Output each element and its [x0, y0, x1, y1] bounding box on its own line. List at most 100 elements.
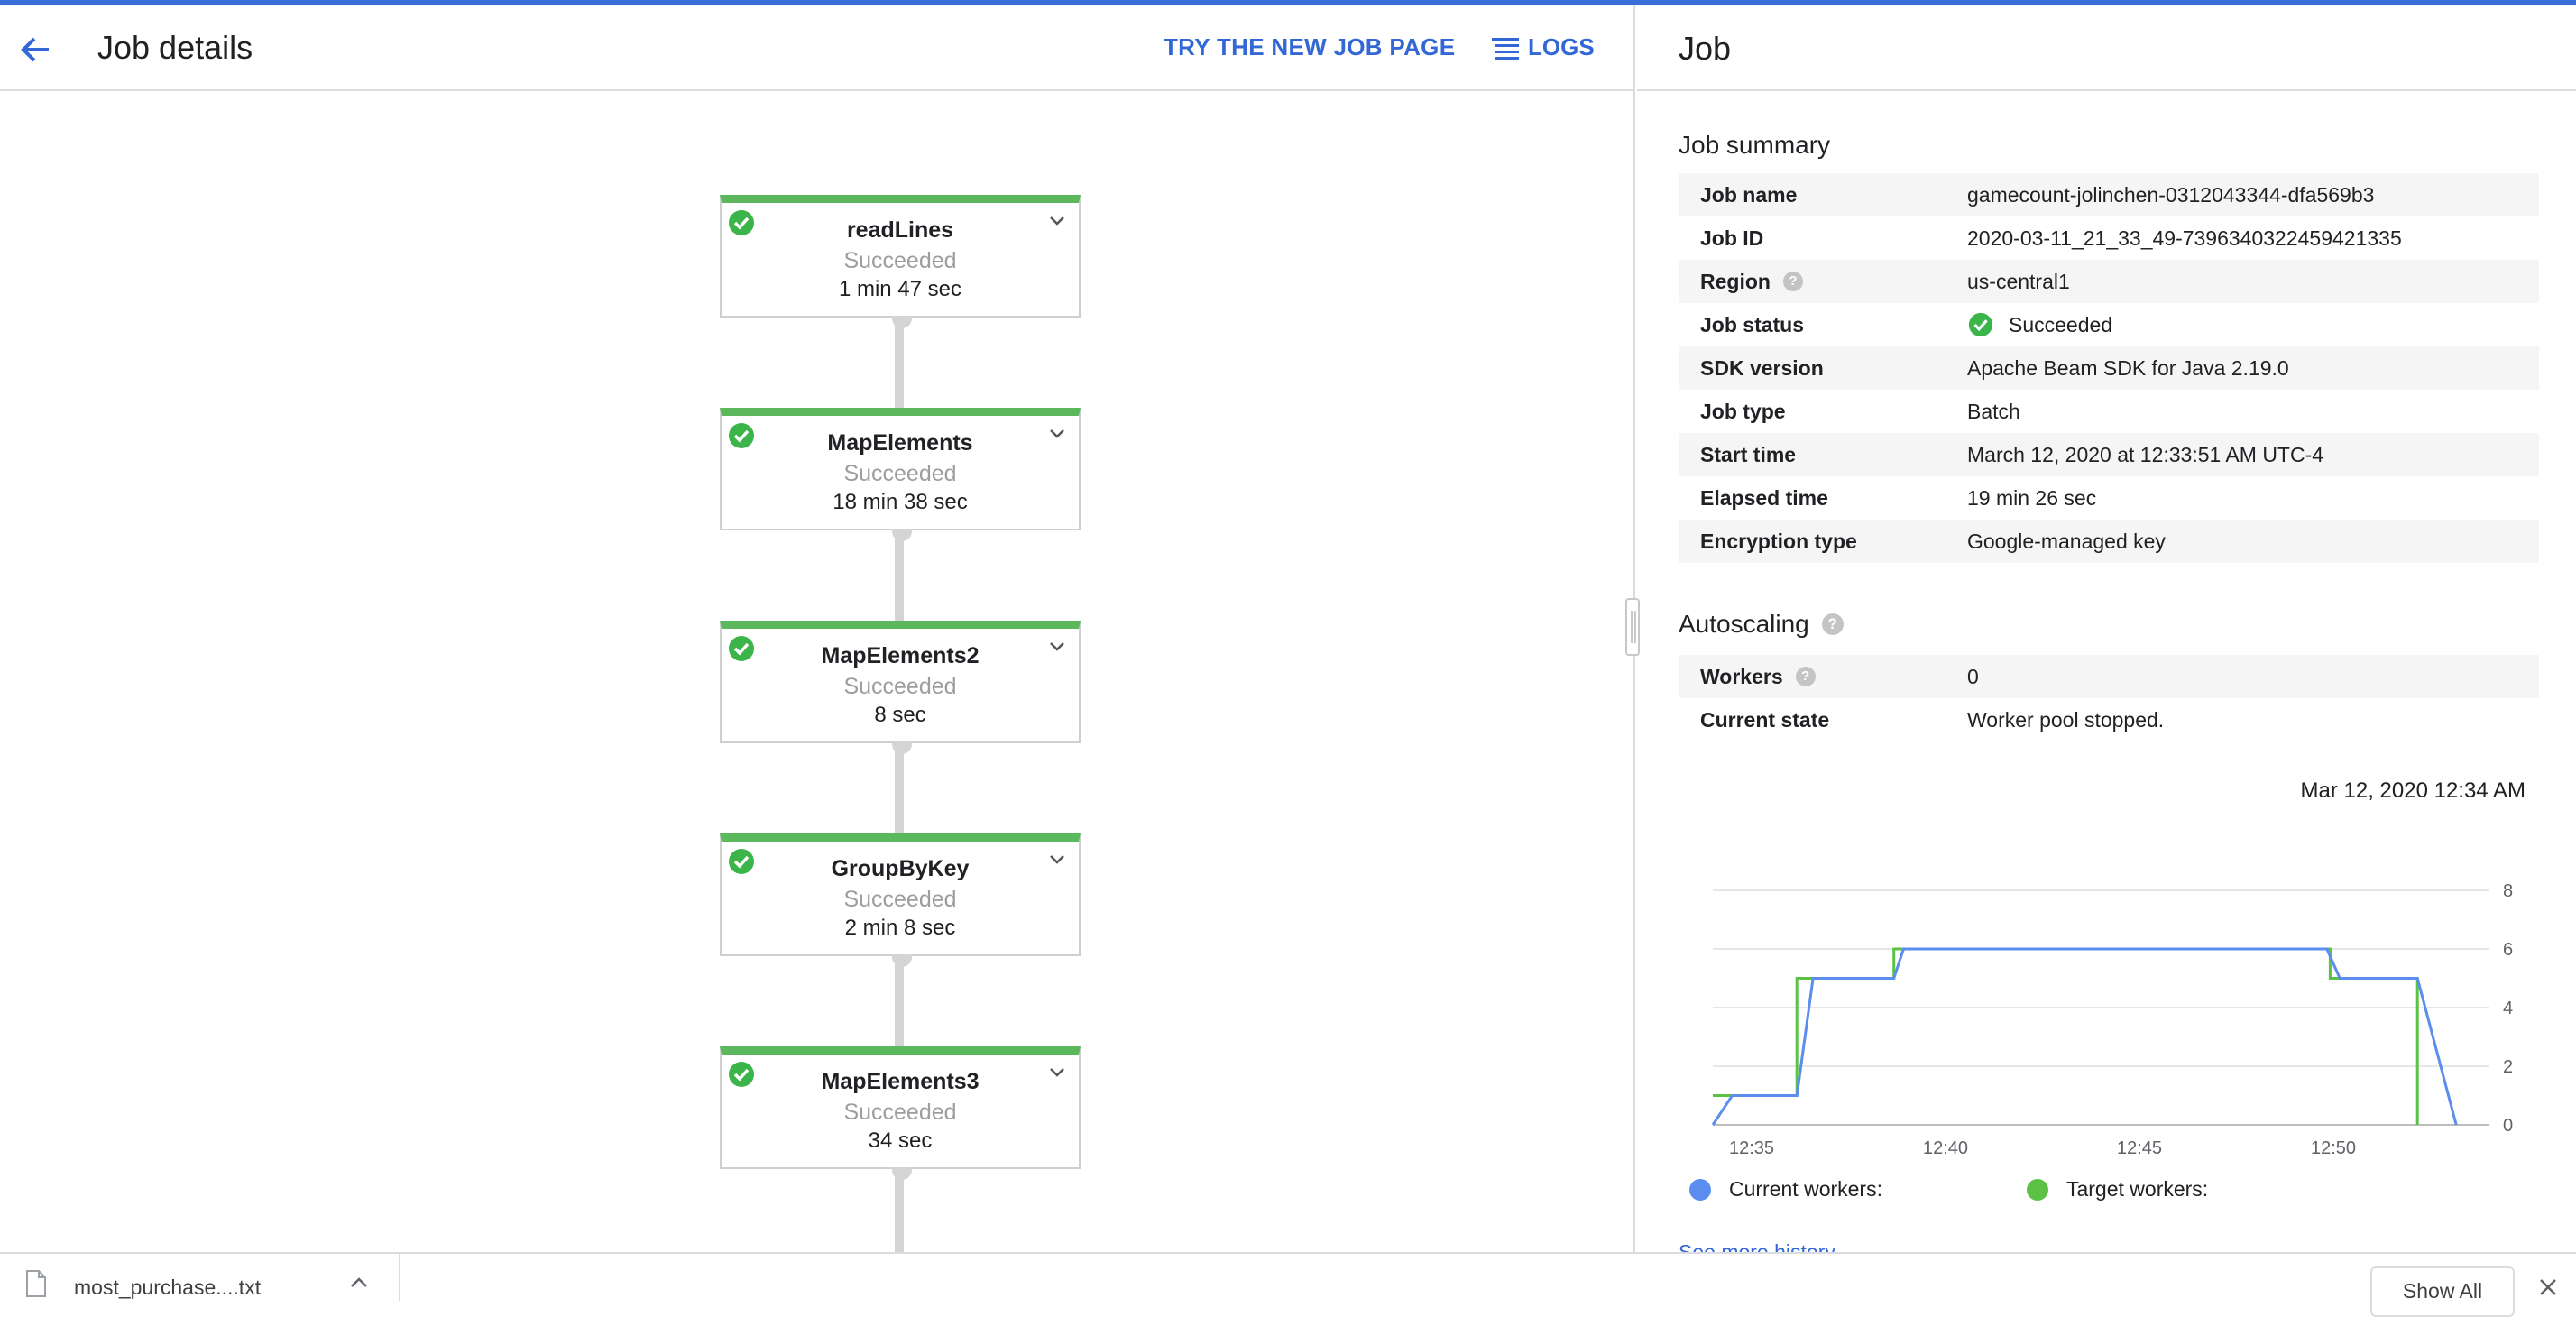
summary-row-start-time: Start time March 12, 2020 at 12:33:51 AM…: [1679, 433, 2539, 476]
summary-key: Job status: [1700, 312, 1805, 336]
step-duration: 34 sec: [868, 1128, 933, 1153]
summary-key: Region ?: [1679, 270, 1967, 294]
check-circle-icon: [1968, 312, 1993, 337]
y-tick-label: 4: [2503, 999, 2513, 1018]
job-graph-pane: Job details TRY THE NEW JOB PAGE LOGS re…: [0, 5, 1635, 1252]
legend-swatch-current: [1689, 1178, 1711, 1201]
summary-value: us-central1: [1967, 269, 2070, 293]
autoscaling-value: Worker pool stopped.: [1967, 707, 2165, 732]
summary-row-elapsed-time: Elapsed time 19 min 26 sec: [1679, 476, 2539, 520]
y-tick-label: 2: [2503, 1057, 2513, 1077]
step-node-readlines[interactable]: readLines Succeeded 1 min 47 sec: [720, 195, 1081, 328]
y-tick-label: 6: [2503, 940, 2513, 960]
summary-value: Apache Beam SDK for Java 2.19.0: [1967, 355, 2289, 380]
series-line-target-workers: [1713, 947, 2419, 1125]
autoscaling-value: 0: [1967, 664, 1979, 688]
summary-key: Encryption type: [1700, 529, 1857, 553]
x-tick-label: 12:50: [2311, 1138, 2356, 1158]
download-bar: most_purchase....txt Show All: [0, 1252, 2576, 1317]
logs-label: LOGS: [1528, 33, 1595, 60]
panel-title: Job: [1679, 30, 1732, 67]
page-header: Job details TRY THE NEW JOB PAGE LOGS: [0, 5, 1635, 91]
step-duration: 2 min 8 sec: [844, 916, 956, 940]
summary-value: March 12, 2020 at 12:33:51 AM UTC-4: [1967, 442, 2324, 466]
file-icon: [26, 1270, 46, 1297]
summary-row-region: Region ? us-central1: [1679, 260, 2539, 303]
x-tick-label: 12:45: [2117, 1138, 2162, 1158]
autoscaling-row-workers: Workers ? 0: [1679, 655, 2539, 698]
summary-value: Succeeded: [1967, 311, 2539, 338]
autoscaling-key-label: Workers: [1700, 664, 1783, 688]
summary-key: SDK version: [1700, 355, 1824, 380]
step-status: Succeeded: [843, 887, 957, 912]
download-file-name: most_purchase....txt: [74, 1276, 262, 1299]
back-arrow-icon[interactable]: [16, 30, 56, 69]
x-tick-label: 12:35: [1729, 1138, 1774, 1158]
step-name: GroupByKey: [831, 856, 970, 881]
help-icon[interactable]: ?: [1821, 613, 1844, 635]
close-icon[interactable]: [2536, 1276, 2560, 1299]
summary-key: Job type: [1700, 399, 1786, 423]
download-item[interactable]: most_purchase....txt: [0, 1254, 400, 1301]
chart-legend: Current workers: Target workers:: [1689, 1177, 2352, 1202]
job-summary-heading: Job summary: [1679, 131, 1830, 160]
legend-current-workers[interactable]: Current workers:: [1689, 1177, 1882, 1202]
legend-target-workers[interactable]: Target workers:: [2026, 1177, 2209, 1202]
step-status: Succeeded: [843, 1100, 957, 1125]
step-name: MapElements2: [821, 643, 980, 668]
legend-label-current: Current workers:: [1729, 1177, 1882, 1201]
step-node-groupbykey[interactable]: GroupByKey Succeeded 2 min 8 sec: [720, 833, 1081, 967]
summary-key: Elapsed time: [1700, 485, 1828, 510]
summary-value: Batch: [1967, 399, 2020, 423]
panel-header: Job: [1637, 5, 2576, 91]
step-node-mapelements[interactable]: MapElements Succeeded 18 min 38 sec: [720, 408, 1081, 541]
step-node-mapelements3[interactable]: MapElements3 Succeeded 34 sec: [720, 1046, 1081, 1180]
chart-timestamp: Mar 12, 2020 12:34 AM: [2300, 778, 2526, 803]
app: Job details TRY THE NEW JOB PAGE LOGS re…: [0, 5, 2576, 1264]
summary-key: Start time: [1700, 442, 1797, 466]
job-status-text: Succeeded: [2009, 312, 2113, 336]
autoscaling-row-current-state: Current state Worker pool stopped.: [1679, 698, 2539, 741]
y-tick-label: 8: [2503, 881, 2513, 901]
autoscaling-title: Autoscaling: [1679, 610, 1809, 638]
step-status: Succeeded: [843, 461, 957, 486]
autoscaling-key: Current state: [1700, 707, 1830, 732]
autoscaling-chart[interactable]: 0 2 4 6 8 12:35 12:40 12:45 12:50: [1679, 870, 2553, 1159]
autoscaling-key: Workers ?: [1679, 665, 1967, 689]
summary-row-job-id: Job ID 2020-03-11_21_33_49-7396340322459…: [1679, 216, 2539, 260]
step-status: Succeeded: [843, 674, 957, 699]
legend-label-target: Target workers:: [2065, 1177, 2209, 1201]
y-tick-label: 0: [2503, 1116, 2513, 1136]
x-tick-label: 12:40: [1923, 1138, 1968, 1158]
pipeline-graph: readLines Succeeded 1 min 47 sec MapElem…: [0, 93, 1633, 1252]
step-status: Succeeded: [843, 248, 957, 273]
step-duration: 8 sec: [874, 703, 926, 727]
autoscaling-table: Workers ? 0 Current state Worker pool st…: [1679, 655, 2539, 741]
legend-swatch-target: [2026, 1178, 2048, 1201]
summary-key: Job name: [1700, 182, 1798, 207]
summary-row-job-type: Job type Batch: [1679, 390, 2539, 433]
help-icon[interactable]: ?: [1795, 667, 1816, 686]
help-icon[interactable]: ?: [1782, 272, 1803, 291]
summary-value: 19 min 26 sec: [1967, 485, 2097, 510]
summary-key-label: Region: [1700, 269, 1771, 293]
try-new-job-page-button[interactable]: TRY THE NEW JOB PAGE: [1164, 33, 1455, 61]
step-node-mapelements2[interactable]: MapElements2 Succeeded 8 sec: [720, 621, 1081, 754]
summary-row-encryption-type: Encryption type Google-managed key: [1679, 520, 2539, 563]
logs-button[interactable]: LOGS: [1492, 33, 1595, 61]
job-summary-table: Job name gamecount-jolinchen-0312043344-…: [1679, 173, 2539, 563]
series-line-current-workers: [1711, 947, 2458, 1126]
job-summary-title: Job summary: [1679, 131, 1831, 159]
step-name: MapElements: [827, 430, 973, 456]
step-name: readLines: [846, 217, 954, 243]
summary-row-job-status: Job status Succeeded: [1679, 303, 2539, 346]
job-info-panel: Job Job summary Job name gamecount-jolin…: [1637, 5, 2576, 1264]
chevron-up-icon[interactable]: [348, 1272, 370, 1290]
summary-value: gamecount-jolinchen-0312043344-dfa569b3: [1967, 182, 2375, 207]
step-duration: 1 min 47 sec: [838, 277, 962, 301]
show-all-button[interactable]: Show All: [2370, 1266, 2515, 1317]
summary-key: Job ID: [1700, 226, 1764, 250]
summary-value: Google-managed key: [1967, 529, 2166, 553]
page-title: Job details: [97, 29, 253, 66]
summary-row-sdk-version: SDK version Apache Beam SDK for Java 2.1…: [1679, 346, 2539, 390]
